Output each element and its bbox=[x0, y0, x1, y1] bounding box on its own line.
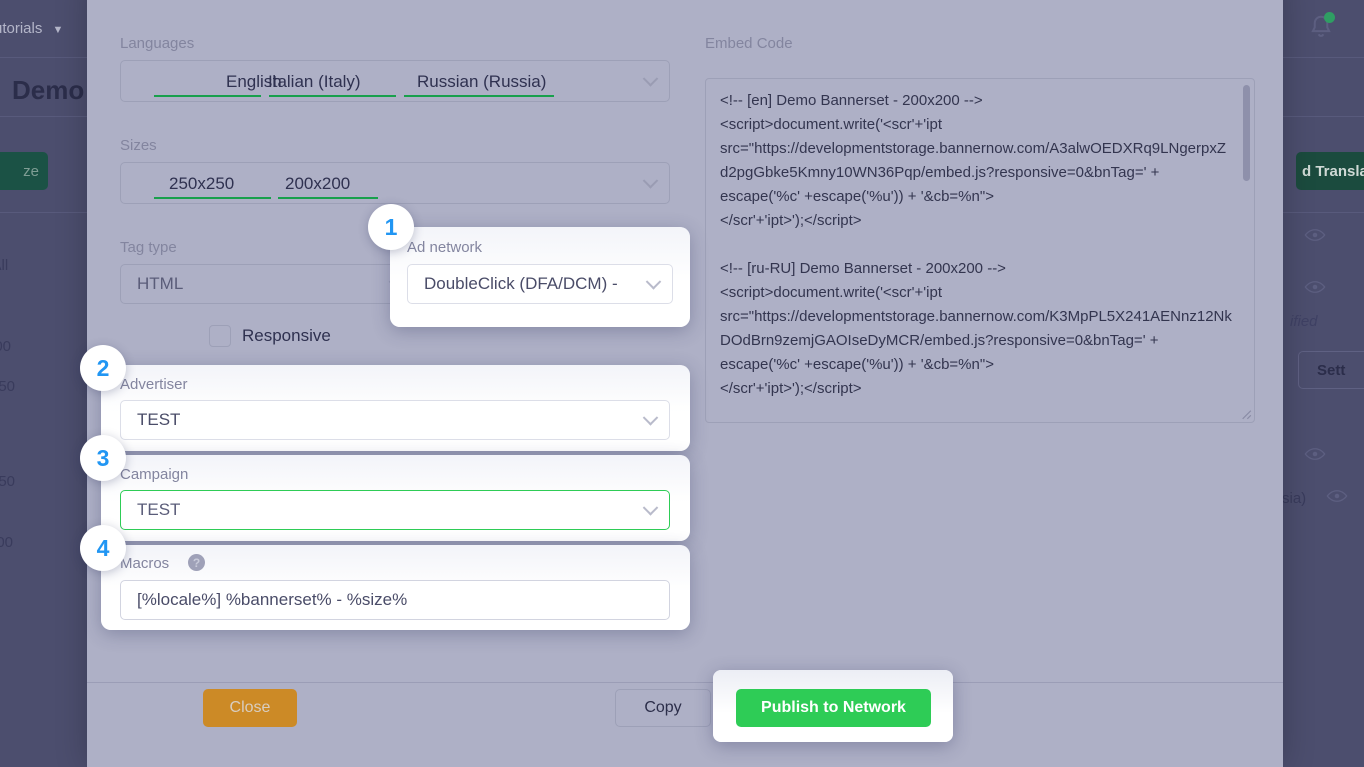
nav-item-tutorials[interactable]: utorials ▼ bbox=[0, 20, 63, 37]
size-token-underline bbox=[154, 197, 271, 199]
advertiser-label: Advertiser bbox=[120, 376, 188, 393]
chevron-down-icon bbox=[642, 410, 659, 426]
callout-badge-4: 4 bbox=[80, 525, 126, 571]
campaign-value: TEST bbox=[137, 500, 181, 519]
copy-button[interactable]: Copy bbox=[615, 689, 711, 727]
responsive-checkbox[interactable] bbox=[209, 325, 231, 347]
ad-network-label: Ad network bbox=[407, 239, 483, 256]
size-token-250: 250x250 bbox=[169, 174, 235, 193]
advertiser-value: TEST bbox=[137, 410, 181, 429]
resize-button[interactable]: ze bbox=[0, 152, 48, 190]
unverified-label: ified bbox=[1290, 313, 1318, 330]
modal-body: Languages English Italian (Italy) Russia… bbox=[80, 0, 1283, 682]
sizes-label: Sizes bbox=[120, 137, 157, 154]
language-token-russian: Russian (Russia) bbox=[417, 72, 547, 91]
callout-badge-3: 3 bbox=[80, 435, 126, 481]
embed-code-label: Embed Code bbox=[705, 35, 793, 52]
settings-button[interactable]: Sett bbox=[1298, 351, 1364, 389]
notification-dot bbox=[1324, 12, 1335, 23]
translations-button[interactable]: d Translatio bbox=[1296, 152, 1364, 190]
language-token-underline bbox=[154, 95, 261, 97]
eye-icon[interactable] bbox=[1304, 228, 1326, 242]
chevron-down-icon bbox=[642, 500, 659, 516]
sizes-select[interactable]: 250x250 200x200 bbox=[120, 162, 670, 204]
language-token-underline bbox=[404, 95, 554, 97]
ad-network-select[interactable]: DoubleClick (DFA/DCM) - bbox=[407, 264, 673, 304]
embed-code-text: <!-- [en] Demo Bannerset - 200x200 --> <… bbox=[720, 92, 1232, 397]
list-item-size-4: 900 bbox=[0, 534, 14, 551]
close-button[interactable]: Close bbox=[203, 689, 297, 727]
macros-label: Macros bbox=[120, 555, 170, 572]
macros-input-value: [%locale%] %bannerset% - %size% bbox=[137, 590, 408, 609]
chevron-down-icon bbox=[642, 71, 659, 87]
eye-icon[interactable] bbox=[1326, 489, 1348, 503]
callout-badge-2: 2 bbox=[80, 345, 126, 391]
list-item-size-1: 200 bbox=[0, 338, 12, 355]
campaign-label: Campaign bbox=[120, 466, 189, 483]
campaign-select[interactable]: TEST bbox=[120, 490, 670, 530]
embed-scrollbar-thumb[interactable] bbox=[1243, 85, 1250, 181]
callout-badge-1: 1 bbox=[368, 204, 414, 250]
publish-to-network-button[interactable]: Publish to Network bbox=[736, 689, 931, 727]
languages-select[interactable]: English Italian (Italy) Russian (Russia) bbox=[120, 60, 670, 102]
languages-label: Languages bbox=[120, 35, 195, 52]
modal-footer-divider bbox=[87, 682, 1283, 683]
size-token-underline bbox=[278, 197, 378, 199]
list-item-size-2: 250 bbox=[0, 378, 16, 395]
language-token-underline bbox=[269, 95, 396, 97]
list-item-size-3: 250 bbox=[0, 473, 16, 490]
chevron-down-icon bbox=[645, 274, 662, 290]
eye-icon[interactable] bbox=[1304, 447, 1326, 461]
resize-handle-icon[interactable] bbox=[1238, 406, 1252, 420]
responsive-label: Responsive bbox=[242, 326, 331, 345]
language-russian-label: sia) bbox=[1282, 490, 1307, 507]
publish-modal: Languages English Italian (Italy) Russia… bbox=[80, 0, 1283, 767]
tag-type-label: Tag type bbox=[120, 239, 177, 256]
language-token-italian: Italian (Italy) bbox=[268, 72, 361, 91]
filter-all-label: : All bbox=[0, 257, 9, 274]
help-circle-icon[interactable]: ? bbox=[188, 554, 205, 571]
tag-type-value: HTML bbox=[137, 274, 184, 293]
tag-type-select[interactable]: HTML bbox=[120, 264, 416, 304]
embed-code-textarea[interactable]: <!-- [en] Demo Bannerset - 200x200 --> <… bbox=[705, 78, 1255, 423]
size-token-200: 200x200 bbox=[285, 174, 351, 193]
nav-item-tutorials-label: utorials bbox=[0, 20, 43, 37]
ad-network-value: DoubleClick (DFA/DCM) - bbox=[424, 274, 618, 293]
chevron-down-icon: ▼ bbox=[52, 24, 64, 36]
eye-icon[interactable] bbox=[1304, 280, 1326, 294]
advertiser-select[interactable]: TEST bbox=[120, 400, 670, 440]
macros-input[interactable]: [%locale%] %bannerset% - %size% bbox=[120, 580, 670, 620]
chevron-down-icon bbox=[642, 173, 659, 189]
